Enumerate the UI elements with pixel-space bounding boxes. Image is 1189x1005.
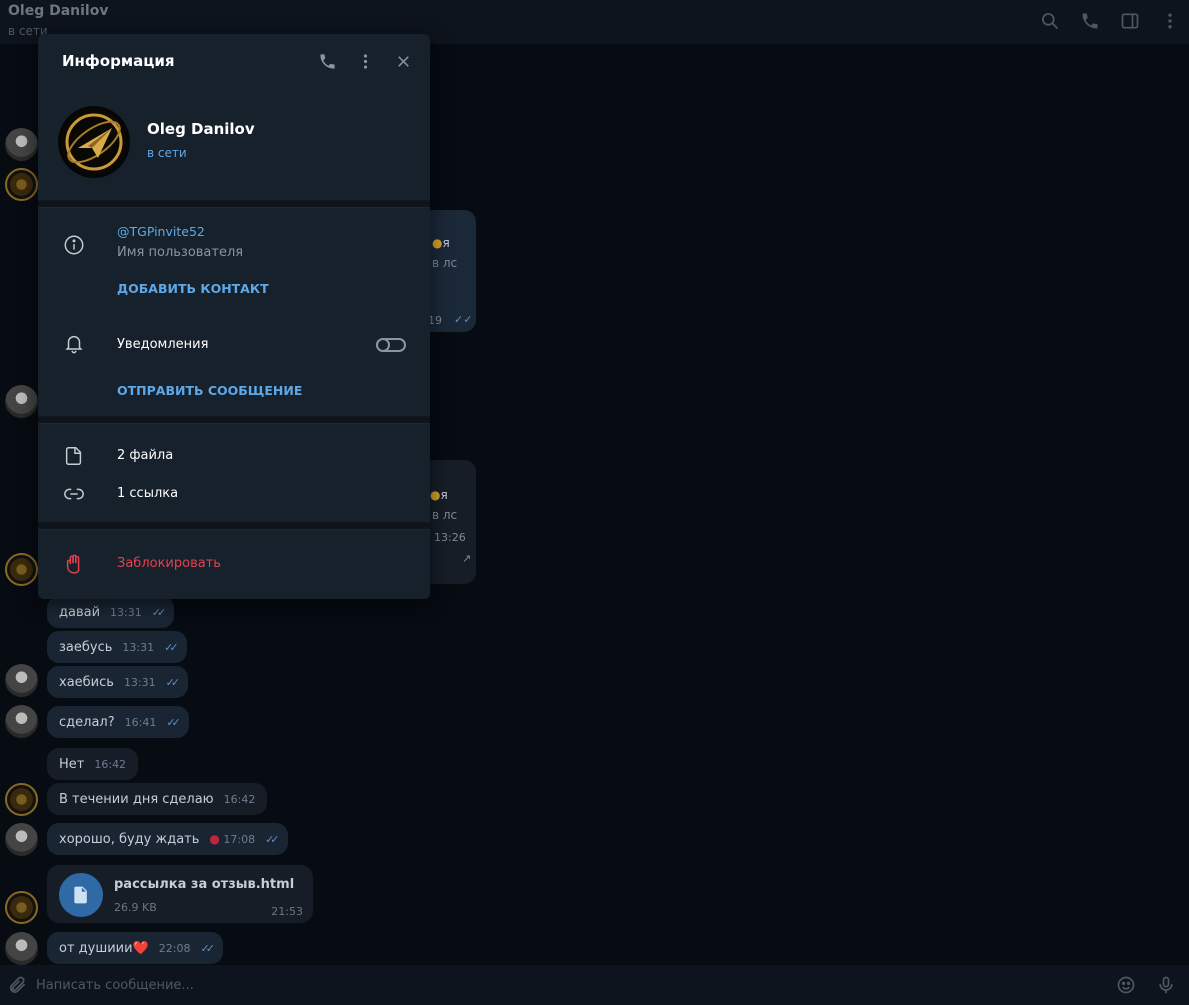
message-text: В течении дня сделаю [59,791,214,807]
link-icon [62,482,86,506]
file-icon [62,444,86,468]
profile-status: в сети [147,146,187,160]
profile-section: Oleg Danilov в сети [38,90,430,200]
more-icon[interactable] [352,48,378,74]
bell-icon [62,331,86,355]
chat-title[interactable]: Oleg Danilov [8,3,108,19]
microphone-icon[interactable] [1153,972,1179,998]
message-bubble-incoming[interactable]: Нет 16:42 [47,748,139,780]
media-section: 2 файла 1 ссылка [38,424,430,522]
divider [38,200,430,208]
emoji-icon[interactable] [1113,972,1139,998]
message-bubble[interactable]: заебусь 13:31 ✓✓ [47,631,187,663]
search-icon[interactable] [1037,8,1063,34]
message-time: 17:08 [223,833,256,846]
read-check-icon: ✓✓ [166,715,181,729]
message-text: хорошо, буду ждать [59,831,200,847]
more-icon[interactable] [1157,8,1183,34]
avatar[interactable] [5,385,38,418]
avatar[interactable] [5,823,38,856]
avatar[interactable] [5,664,38,697]
message-time: 16:41 [124,715,157,729]
file-icon[interactable] [59,873,103,917]
avatar[interactable] [5,783,38,816]
file-name: рассылка за отзыв.html [114,877,295,892]
profile-avatar[interactable] [58,106,130,178]
hand-icon [62,552,86,576]
message-time: 21:53 [271,905,303,918]
divider [38,416,430,424]
contact-info-section: @TGPinvite52 Имя пользователя ДОБАВИТЬ К… [38,208,430,416]
panel-title: Информация [62,52,175,70]
message-time: 13:31 [123,675,156,689]
avatar[interactable] [5,932,38,965]
read-check-icon: ✓✓ [151,605,167,619]
avatar[interactable] [5,891,38,924]
info-panel-header: Информация [38,34,430,90]
profile-name: Oleg Danilov [147,120,255,138]
reaction-heart-icon[interactable]: ● [209,832,219,846]
message-text: заебусь [59,639,113,655]
info-panel: Информация Oleg Danilov в сети @TGPinvit… [38,34,430,599]
avatar[interactable] [5,128,38,161]
message-time: 22:08 [158,941,191,955]
message-text: давай [59,604,101,620]
call-icon[interactable] [314,48,340,74]
notifications-label: Уведомления [117,337,209,352]
send-message-button[interactable]: ОТПРАВИТЬ СООБЩЕНИЕ [117,383,302,398]
username-label: Имя пользователя [117,245,244,260]
file-message[interactable]: рассылка за отзыв.html 26.9 KB 21:53 [47,865,313,923]
message-text: хаебись [59,674,114,690]
block-button[interactable]: Заблокировать [117,556,221,571]
notifications-toggle[interactable] [376,338,406,352]
info-icon [62,233,86,257]
message-time: 13:31 [122,640,155,654]
avatar[interactable] [5,705,38,738]
message-text: от душиии❤️ [59,940,149,956]
message-text: сделал? [59,714,115,730]
header-actions [1037,8,1183,34]
divider [38,522,430,530]
sidebar-toggle-icon[interactable] [1117,8,1143,34]
read-check-icon: ✓✓ [165,675,181,689]
message-time: 16:42 [94,757,127,771]
avatar[interactable] [5,168,38,201]
add-contact-button[interactable]: ДОБАВИТЬ КОНТАКТ [117,281,269,296]
read-check-icon: ✓✓ [164,640,179,654]
read-check-icon: ✓✓ [265,832,280,846]
message-bubble[interactable]: от душиии❤️ 22:08 ✓✓ [47,932,223,964]
username-link[interactable]: @TGPinvite52 [117,224,205,239]
close-icon[interactable] [390,48,416,74]
message-bubble[interactable]: хорошо, буду ждать ● 17:08 ✓✓ [47,823,288,855]
message-bubble[interactable]: хаебись 13:31 ✓✓ [47,666,189,698]
block-section: Заблокировать [38,530,430,598]
message-time: 13:31 [110,605,142,619]
message-bubble[interactable]: сделал? 16:41 ✓✓ [47,706,189,738]
attach-icon[interactable] [4,972,30,998]
call-icon[interactable] [1077,8,1103,34]
avatar[interactable] [5,553,38,586]
files-count[interactable]: 2 файла [117,448,173,463]
file-size: 26.9 KB [114,901,157,914]
message-time: 16:42 [223,792,256,806]
composer [0,965,1189,1005]
message-input[interactable] [36,973,1096,997]
links-count[interactable]: 1 ссылка [117,486,178,501]
message-bubble[interactable]: давай 13:31 ✓✓ [47,596,175,628]
read-check-icon: ✓✓ [200,941,215,955]
message-text: Нет [59,756,85,772]
message-bubble-incoming[interactable]: В течении дня сделаю 16:42 [47,783,268,815]
